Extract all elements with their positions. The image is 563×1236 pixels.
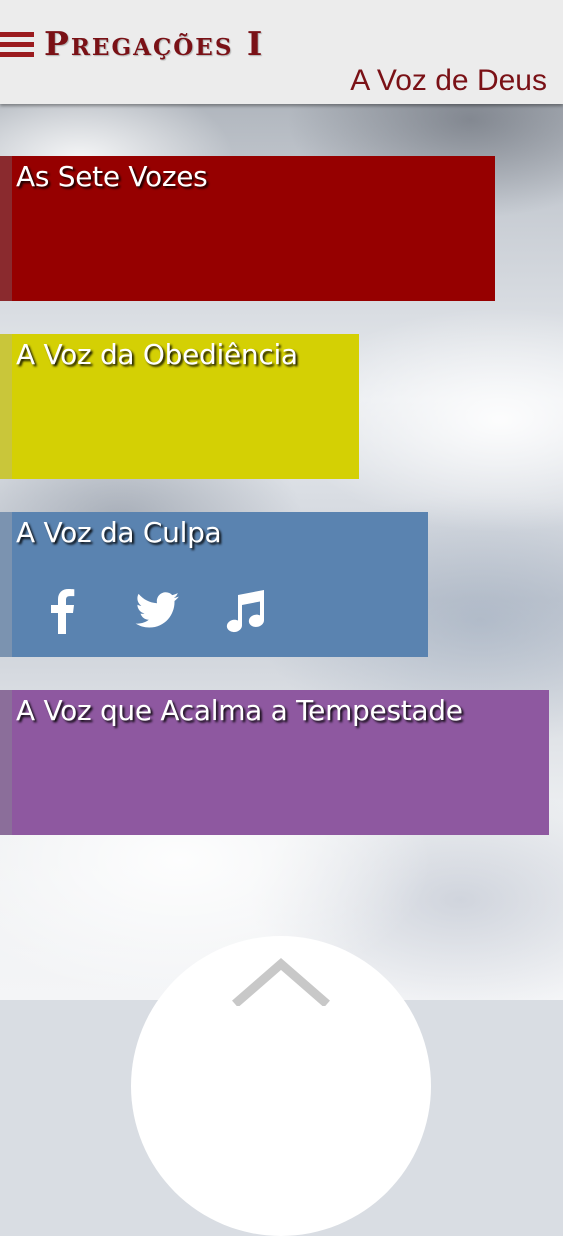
tile-stripe (0, 156, 12, 301)
music-note-icon[interactable] (220, 586, 270, 636)
app-subtitle: A Voz de Deus (350, 64, 547, 97)
twitter-icon[interactable] (132, 586, 182, 636)
app-title: Pregações I (44, 24, 265, 63)
tile-stripe (0, 334, 12, 479)
chevron-up-icon (221, 956, 341, 1006)
tile-stripe (0, 690, 12, 835)
tile-a-voz-da-culpa[interactable]: A Voz da Culpa (0, 512, 428, 657)
tile-as-sete-vozes[interactable]: As Sete Vozes (0, 156, 495, 301)
tile-a-voz-que-acalma-a-tempestade[interactable]: A Voz que Acalma a Tempestade (0, 690, 549, 835)
hamburger-menu-icon[interactable] (0, 32, 34, 60)
cloudy-sky-background (0, 0, 563, 1000)
tile-title: A Voz da Obediência (16, 338, 298, 371)
tile-title: A Voz da Culpa (16, 516, 222, 549)
scroll-up-button[interactable] (131, 936, 431, 1236)
tile-title: A Voz que Acalma a Tempestade (16, 694, 463, 727)
tile-stripe (0, 512, 12, 657)
tile-a-voz-da-obediencia[interactable]: A Voz da Obediência (0, 334, 359, 479)
app-header: Pregações I A Voz de Deus (0, 0, 563, 104)
facebook-icon[interactable] (38, 586, 88, 636)
tile-title: As Sete Vozes (16, 160, 208, 193)
